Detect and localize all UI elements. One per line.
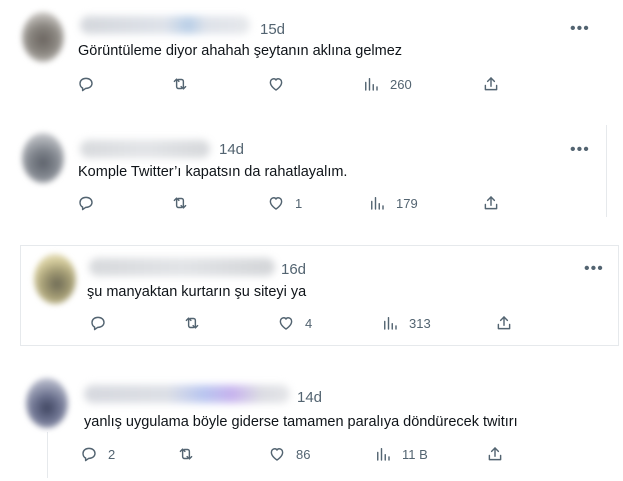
reply-button[interactable] <box>89 314 117 332</box>
like-button[interactable]: 4 <box>277 314 312 332</box>
share-icon <box>486 445 504 463</box>
retweet-icon <box>183 314 201 332</box>
views-button[interactable]: 11 B <box>374 445 428 463</box>
share-icon <box>482 194 500 212</box>
views-count: 179 <box>396 195 418 211</box>
share-icon <box>482 75 500 93</box>
avatar[interactable] <box>34 254 76 304</box>
reply-button[interactable] <box>77 194 105 212</box>
views-chart-icon <box>362 75 380 93</box>
author-name[interactable] <box>80 16 250 34</box>
like-count: 4 <box>305 315 313 331</box>
tweet-4[interactable]: 14d yanlış uygulama böyle giderse tamame… <box>0 370 623 478</box>
tweet-3-bottom-border <box>20 345 619 346</box>
tweet-text: Görüntüleme diyor ahahah şeytanın aklına… <box>78 43 403 59</box>
views-button[interactable]: 179 <box>368 194 418 212</box>
tweet-text: yanlış uygulama böyle giderse tamamen pa… <box>84 414 518 430</box>
like-button[interactable]: 1 <box>267 194 302 212</box>
tweet-text: Komple Twitter’ı kapatsın da rahatlayalı… <box>78 164 348 180</box>
retweet-button[interactable] <box>177 445 195 463</box>
author-name[interactable] <box>80 140 210 158</box>
avatar[interactable] <box>26 378 68 428</box>
more-horizontal-icon[interactable]: ••• <box>584 261 604 277</box>
tweet-3-right-border <box>618 245 619 345</box>
avatar[interactable] <box>22 12 64 62</box>
reply-button[interactable]: 2 <box>80 445 115 463</box>
tweet-1[interactable]: 15d ••• Görüntüleme diyor ahahah şeytanı… <box>0 0 623 110</box>
views-chart-icon <box>374 445 392 463</box>
views-count: 11 B <box>402 446 428 462</box>
share-button[interactable] <box>486 445 504 463</box>
reply-icon <box>80 445 98 463</box>
author-name[interactable] <box>89 258 275 276</box>
share-button[interactable] <box>495 314 513 332</box>
retweet-icon <box>171 194 189 212</box>
more-horizontal-icon[interactable]: ••• <box>570 142 590 158</box>
share-button[interactable] <box>482 194 500 212</box>
retweet-button[interactable] <box>183 314 201 332</box>
reply-icon <box>89 314 107 332</box>
views-button[interactable]: 313 <box>381 314 431 332</box>
reply-icon <box>77 194 95 212</box>
heart-icon <box>277 314 295 332</box>
retweet-icon <box>171 75 189 93</box>
share-icon <box>495 314 513 332</box>
tweet-timestamp[interactable]: 14d <box>219 141 244 158</box>
tweet-2[interactable]: 14d ••• Komple Twitter’ı kapatsın da rah… <box>0 125 623 225</box>
like-button[interactable] <box>267 75 295 93</box>
tweet-text: şu manyaktan kurtarın şu siteyi ya <box>87 284 307 300</box>
tweet-2-right-border <box>606 125 607 217</box>
like-count: 86 <box>296 446 311 462</box>
heart-icon <box>267 75 285 93</box>
retweet-icon <box>177 445 195 463</box>
like-button[interactable]: 86 <box>268 445 310 463</box>
tweet-timestamp[interactable]: 16d <box>281 261 306 278</box>
retweet-button[interactable] <box>171 194 189 212</box>
reply-button[interactable] <box>77 75 105 93</box>
author-name[interactable] <box>84 385 290 403</box>
heart-icon <box>267 194 285 212</box>
retweet-button[interactable] <box>171 75 189 93</box>
views-count: 313 <box>409 315 431 331</box>
avatar[interactable] <box>22 133 64 183</box>
heart-icon <box>268 445 286 463</box>
share-button[interactable] <box>482 75 500 93</box>
views-count: 260 <box>390 76 412 92</box>
tweet-timestamp[interactable]: 15d <box>260 21 285 38</box>
more-horizontal-icon[interactable]: ••• <box>570 21 590 37</box>
views-button[interactable]: 260 <box>362 75 412 93</box>
tweet-timestamp[interactable]: 14d <box>297 389 322 406</box>
views-chart-icon <box>381 314 399 332</box>
reply-icon <box>77 75 95 93</box>
tweet-3[interactable]: 16d ••• şu manyaktan kurtarın şu siteyi … <box>21 246 618 345</box>
reply-count: 2 <box>108 446 116 462</box>
views-chart-icon <box>368 194 386 212</box>
like-count: 1 <box>295 195 303 211</box>
